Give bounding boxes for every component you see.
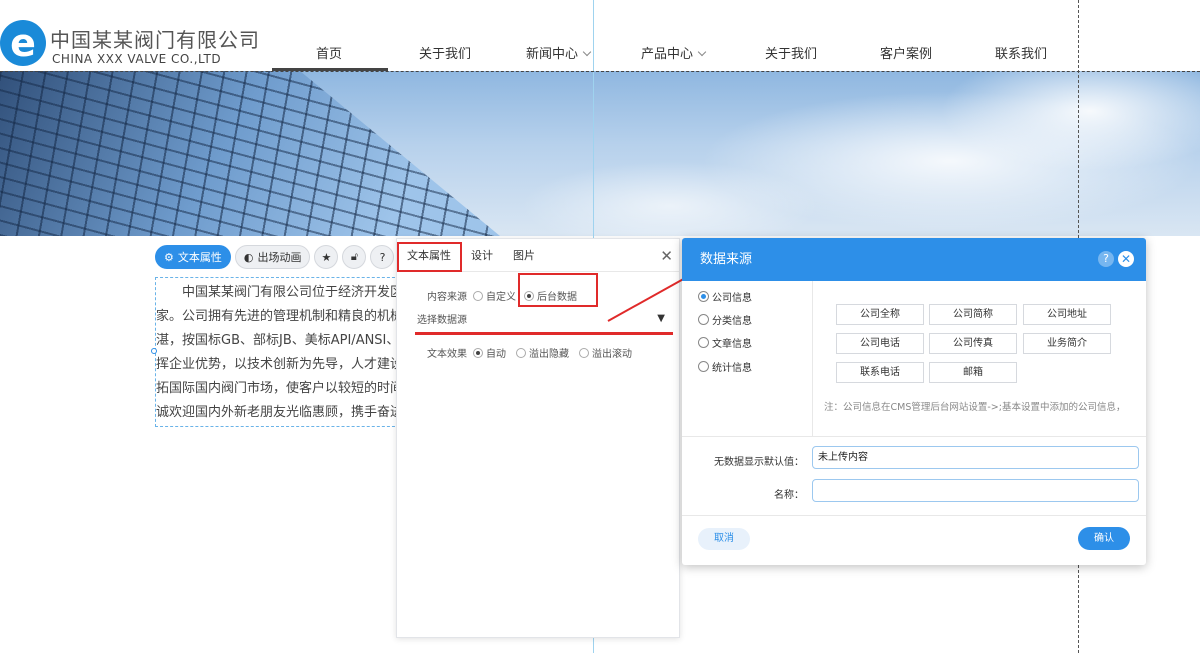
text-line: 诚欢迎国内外新老朋友光临惠顾，携手奋进 — [156, 405, 400, 420]
radio-overflow-hide-label: 溢出隐藏 — [529, 349, 569, 360]
radio-auto-label: 自动 — [486, 349, 506, 360]
field-company-fullname[interactable]: 公司全称 — [836, 304, 924, 325]
text-widget[interactable]: 中国某某阀门有限公司位于经济开发区 家。公司拥有先进的管理机制和精良的机械 湛，… — [155, 277, 400, 427]
annotation-box-tab — [397, 242, 462, 272]
cancel-button[interactable]: 取消 — [698, 528, 750, 550]
content-source-label: 内容来源 — [427, 292, 467, 303]
source-article-info[interactable]: 文章信息 — [698, 335, 752, 350]
data-source-dialog: 数据来源 ? ✕ 公司信息 分类信息 文章信息 统计信息 公司全称 公司简称 公… — [682, 238, 1146, 565]
dialog-title: 数据来源 — [700, 252, 753, 267]
name-label: 名称： — [774, 490, 804, 501]
nav-home[interactable]: 首页 — [316, 43, 342, 62]
radio-category-info[interactable] — [698, 314, 709, 325]
confirm-button[interactable]: 确认 — [1078, 527, 1130, 550]
building-graphic — [0, 71, 500, 236]
text-line: 拓国际国内阀门市场，使客户以较短的时间 — [156, 381, 400, 396]
gear-icon: ⚙ — [164, 250, 174, 264]
nav-products[interactable]: 产品中心 — [641, 43, 707, 62]
text-line: 挥企业优势，以技术创新为先导，人才建设 — [156, 357, 400, 372]
radio-article-info[interactable] — [698, 337, 709, 348]
banner-image — [0, 71, 1200, 236]
name-input[interactable] — [812, 479, 1139, 502]
animation-icon: ◐ — [243, 250, 254, 264]
text-effect-label: 文本效果 — [427, 349, 467, 360]
logo-icon: e — [0, 20, 46, 66]
nav-contact[interactable]: 联系我们 — [995, 43, 1047, 62]
field-contact-phone[interactable]: 联系电话 — [836, 362, 924, 383]
help-icon[interactable]: ? — [1098, 251, 1114, 267]
resize-handle[interactable] — [151, 348, 157, 354]
help-button[interactable]: ? — [370, 245, 395, 269]
lock-button[interactable]: 🔓︎ — [342, 245, 367, 269]
entry-animation-button[interactable]: ◐ 出场动画 — [234, 245, 311, 269]
widget-toolbar: ⚙ 文本属性 ◐ 出场动画 ★ 🔓︎ ? — [155, 245, 395, 271]
radio-stats-info[interactable] — [698, 361, 709, 372]
source-category-info[interactable]: 分类信息 — [698, 312, 752, 327]
field-company-shortname[interactable]: 公司简称 — [929, 304, 1017, 325]
field-company-fax[interactable]: 公司传真 — [929, 333, 1017, 354]
radio-auto[interactable] — [473, 347, 483, 358]
divider — [682, 436, 1146, 437]
source-stats-info[interactable]: 统计信息 — [698, 359, 752, 374]
nav-about[interactable]: 关于我们 — [419, 43, 471, 62]
text-line: 中国某某阀门有限公司位于经济开发区 — [156, 285, 400, 300]
data-source-select-value: 选择数据源 — [417, 315, 467, 326]
field-email[interactable]: 邮箱 — [929, 362, 1017, 383]
annotation-underline — [415, 332, 673, 335]
dialog-note: 注：公司信息在CMS管理后台网站设置->;基本设置中添加的公司信息， — [824, 402, 1126, 413]
text-props-button[interactable]: ⚙ 文本属性 — [155, 245, 231, 269]
radio-overflow-hide[interactable] — [516, 347, 526, 358]
chevron-down-icon — [697, 47, 707, 57]
field-business-intro[interactable]: 业务简介 — [1023, 333, 1111, 354]
text-line: 湛，按国标GB、部标JB、美标API/ANSI、 — [156, 333, 400, 348]
tab-design[interactable]: 设计 — [461, 239, 503, 272]
radio-custom[interactable] — [473, 290, 483, 301]
annotation-box-backend — [518, 273, 598, 307]
lock-icon: 🔓︎ — [350, 250, 359, 263]
chevron-down-icon — [582, 47, 592, 57]
company-name-cn: 中国某某阀门有限公司 — [50, 28, 260, 52]
company-name-en: CHINA XXX VALVE CO.,LTD — [52, 52, 222, 66]
close-icon[interactable]: ✕ — [1118, 251, 1134, 267]
text-line: 家。公司拥有先进的管理机制和精良的机械 — [156, 309, 400, 324]
field-company-address[interactable]: 公司地址 — [1023, 304, 1111, 325]
radio-company-info[interactable] — [698, 291, 709, 302]
widget-text: 中国某某阀门有限公司位于经济开发区 家。公司拥有先进的管理机制和精良的机械 湛，… — [156, 281, 400, 425]
nav-news[interactable]: 新闻中心 — [526, 43, 592, 62]
field-company-phone[interactable]: 公司电话 — [836, 333, 924, 354]
radio-overflow-scroll-label: 溢出滚动 — [592, 349, 632, 360]
radio-custom-label: 自定义 — [486, 292, 516, 303]
effects-button[interactable]: ★ — [314, 245, 339, 269]
default-value-label: 无数据显示默认值： — [714, 457, 804, 468]
default-value-input[interactable]: 未上传内容 — [812, 446, 1139, 469]
text-effect-row: 文本效果 自动 溢出隐藏 溢出滚动 — [427, 345, 632, 360]
star-icon: ★ — [321, 250, 332, 264]
tab-image[interactable]: 图片 — [503, 239, 545, 272]
source-company-info[interactable]: 公司信息 — [698, 289, 752, 304]
divider — [682, 515, 1146, 516]
source-type-list: 公司信息 分类信息 文章信息 统计信息 — [682, 281, 813, 436]
question-icon: ? — [379, 250, 386, 264]
dialog-header: 数据来源 ? ✕ — [682, 238, 1146, 281]
nav-cases[interactable]: 客户案例 — [880, 43, 932, 62]
guide-line-horizontal — [0, 71, 1200, 72]
radio-overflow-scroll[interactable] — [579, 347, 589, 358]
nav-about-2[interactable]: 关于我们 — [765, 43, 817, 62]
